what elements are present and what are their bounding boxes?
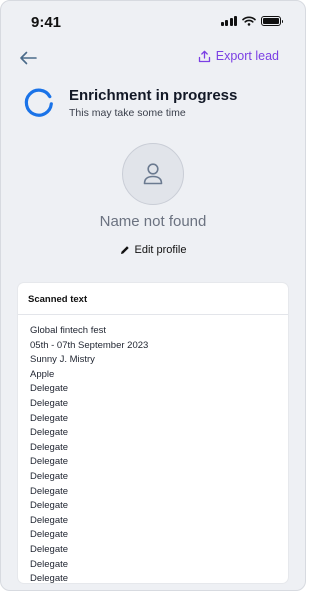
scanned-text-title: Scanned text (18, 283, 288, 315)
edit-profile-button[interactable]: Edit profile (1, 244, 305, 256)
enrichment-title: Enrichment in progress (69, 87, 238, 104)
signal-icon (220, 16, 237, 26)
scanned-text-line: Delegate (30, 514, 69, 526)
enrichment-status: Enrichment in progress This may take som… (23, 87, 237, 119)
scanned-text-line: Delegate (30, 529, 69, 541)
scanned-text-list: Global fintech fest 05th - 07th September… (18, 315, 288, 583)
battery-icon (261, 16, 283, 26)
scanned-text-line: Delegate (30, 427, 69, 439)
status-icons (220, 16, 283, 26)
scanned-text-line: 05th - 07th September 2023 (30, 339, 149, 351)
scanned-text-line: Delegate (30, 485, 69, 497)
profile-name: Name not found (99, 213, 207, 230)
avatar (122, 143, 184, 205)
scanned-text-line: Delegate (30, 412, 69, 424)
user-icon (143, 163, 163, 185)
scanned-text-line: Delegate (30, 500, 69, 512)
scanned-text-card: Scanned text Global fintech fest 05th - 0… (18, 283, 288, 583)
scanned-text-line: Delegate (30, 558, 69, 570)
scanned-text-line: Apple (30, 368, 55, 380)
scanned-text-line: Sunny J. Mistry (30, 354, 95, 366)
phone-screen: 9:41 Export lead Enrichment in progress … (0, 0, 306, 591)
back-arrow-icon (20, 51, 37, 65)
export-lead-button[interactable]: Export lead (198, 49, 279, 63)
scanned-text-line: Global fintech fest (30, 325, 107, 336)
export-icon (198, 50, 210, 62)
scanned-text-line: Delegate (30, 441, 69, 453)
enrichment-text: Enrichment in progress This may take som… (69, 87, 237, 119)
enrichment-subtitle: This may take some time (69, 107, 186, 119)
scanned-text-line: Delegate (30, 456, 69, 468)
back-button[interactable] (17, 48, 39, 68)
scanned-text-line: Delegate (30, 397, 69, 409)
edit-profile-label: Edit profile (134, 244, 187, 256)
status-bar: 9:41 (1, 1, 305, 41)
wifi-icon (242, 16, 256, 26)
scanned-text-line: Delegate (30, 470, 69, 482)
scanned-text-line: Delegate (30, 543, 69, 555)
scanned-text-line: Delegate (30, 383, 69, 395)
spinner-icon (24, 88, 53, 117)
status-time: 9:41 (31, 14, 62, 31)
scanned-text-line: Delegate (30, 573, 69, 583)
pencil-icon (120, 246, 129, 254)
export-lead-label: Export lead (215, 49, 279, 63)
